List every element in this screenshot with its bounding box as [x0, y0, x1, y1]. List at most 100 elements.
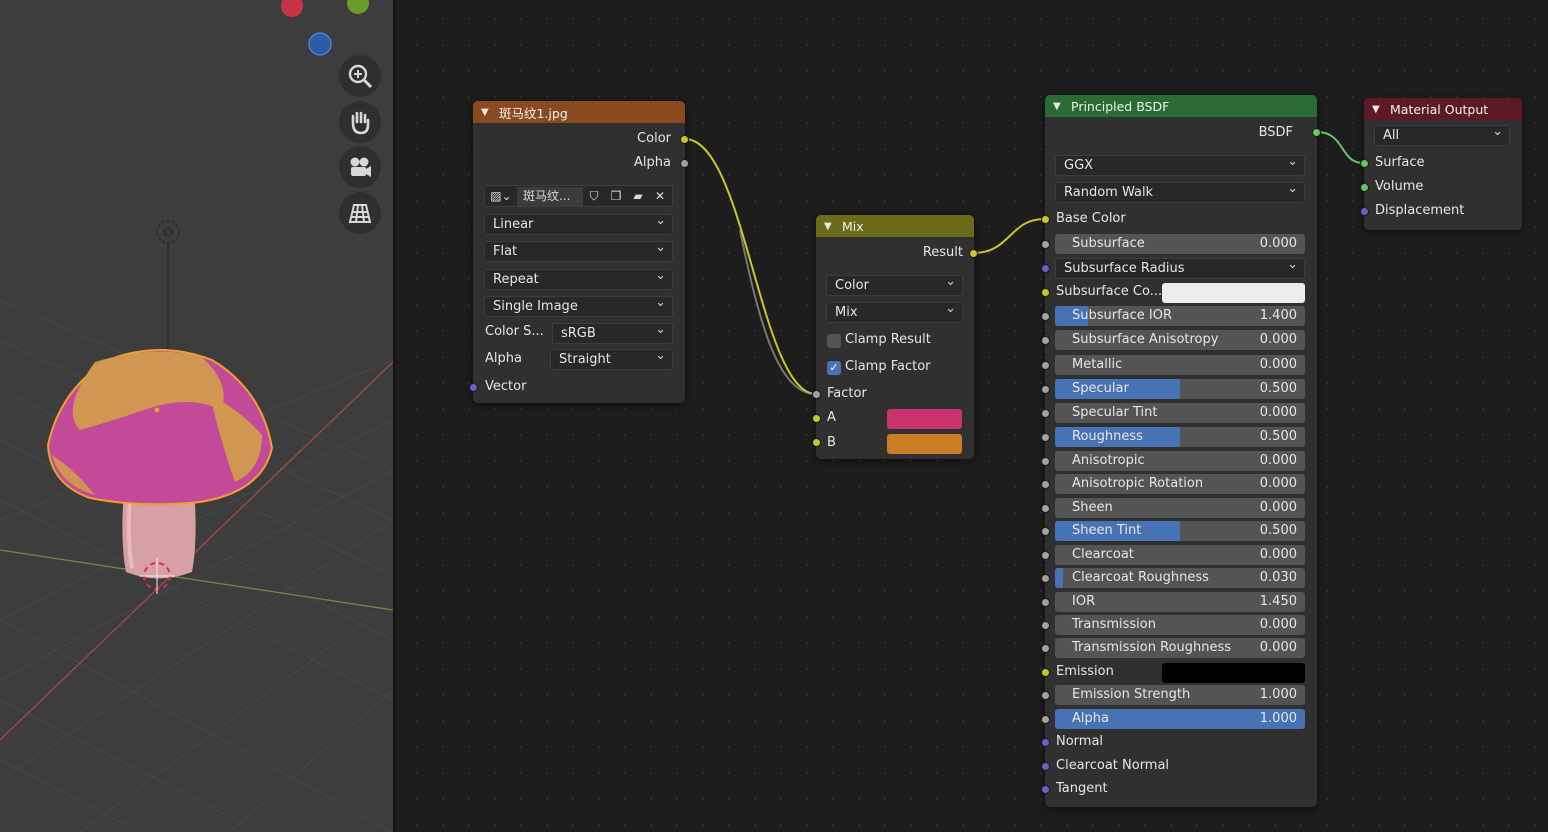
- color-a-swatch[interactable]: [887, 409, 962, 429]
- target-dropdown[interactable]: All: [1374, 125, 1510, 146]
- input-emission-socket[interactable]: [1041, 668, 1050, 677]
- input-socket[interactable]: [1041, 691, 1050, 700]
- color-space-dropdown[interactable]: sRGB: [552, 323, 673, 344]
- value-slider[interactable]: Sheen Tint 0.500: [1055, 521, 1305, 541]
- subsurface-radius-dropdown[interactable]: Subsurface Radius: [1055, 258, 1305, 279]
- emission-color-swatch[interactable]: [1162, 663, 1305, 683]
- image-selector[interactable]: ▨⌄ 斑马纹... ⛉ ❐ ▰ ✕: [484, 185, 673, 207]
- value-slider[interactable]: Subsurface IOR 1.400: [1055, 306, 1305, 326]
- input-b-socket[interactable]: [812, 438, 821, 447]
- input-socket[interactable]: [1041, 457, 1050, 466]
- value-slider[interactable]: Transmission 0.000: [1055, 615, 1305, 635]
- value-slider[interactable]: Specular Tint 0.000: [1055, 403, 1305, 423]
- interpolation-dropdown[interactable]: Linear: [484, 214, 673, 235]
- data-type-dropdown[interactable]: Color: [826, 275, 963, 296]
- blend-mode-dropdown[interactable]: Mix: [826, 302, 963, 323]
- input-socket[interactable]: [1041, 504, 1050, 513]
- material-output-node[interactable]: ▼ Material Output All Surface Volume Dis…: [1360, 98, 1522, 230]
- value-slider[interactable]: Clearcoat 0.000: [1055, 545, 1305, 565]
- output-node-header[interactable]: ▼ Material Output: [1364, 98, 1522, 120]
- input-socket[interactable]: [1041, 715, 1050, 724]
- value-slider[interactable]: Alpha 1.000: [1055, 709, 1305, 729]
- principled-bsdf-node[interactable]: ▼ Principled BSDF BSDF GGX Random Walk B…: [1041, 95, 1321, 807]
- clamp-result-checkbox[interactable]: [827, 334, 841, 348]
- 3d-viewport[interactable]: [0, 0, 393, 832]
- value-slider[interactable]: Specular 0.500: [1055, 379, 1305, 399]
- projection-dropdown[interactable]: Flat: [484, 241, 673, 262]
- close-icon[interactable]: ✕: [649, 187, 671, 206]
- input-socket[interactable]: [1041, 312, 1050, 321]
- value-slider[interactable]: Clearcoat Roughness 0.030: [1055, 568, 1305, 588]
- input-socket[interactable]: [1041, 361, 1050, 370]
- input-clearcoat-normal-socket[interactable]: [1041, 762, 1050, 771]
- color-b-swatch[interactable]: [887, 434, 962, 454]
- chevron-down-icon[interactable]: ▼: [824, 221, 836, 232]
- input-normal-socket[interactable]: [1041, 738, 1050, 747]
- input-tangent-socket[interactable]: [1041, 785, 1050, 794]
- zoom-icon[interactable]: [339, 55, 381, 97]
- output-alpha-socket[interactable]: [680, 159, 689, 168]
- input-socket[interactable]: [1041, 598, 1050, 607]
- input-socket[interactable]: [1041, 621, 1050, 630]
- input-a-socket[interactable]: [812, 414, 821, 423]
- value-slider[interactable]: Anisotropic 0.000: [1055, 451, 1305, 471]
- subsurface-color-swatch[interactable]: [1162, 283, 1305, 303]
- input-vector-socket[interactable]: [469, 383, 478, 392]
- extension-dropdown[interactable]: Repeat: [484, 269, 673, 290]
- hand-pan-icon[interactable]: [339, 101, 381, 143]
- input-socket[interactable]: [1041, 551, 1050, 560]
- input-socket[interactable]: [1041, 409, 1050, 418]
- chevron-down-icon[interactable]: ▼: [1053, 101, 1065, 112]
- input-socket[interactable]: [1041, 574, 1050, 583]
- mix-node-header[interactable]: ▼ Mix: [816, 215, 974, 237]
- value-slider[interactable]: IOR 1.450: [1055, 592, 1305, 612]
- image-texture-node[interactable]: ▼ 斑马纹1.jpg Color Alpha ▨⌄ 斑马纹... ⛉ ❐ ▰ ✕…: [469, 101, 689, 403]
- image-node-header[interactable]: ▼ 斑马纹1.jpg: [473, 101, 685, 123]
- input-displacement-socket[interactable]: [1360, 207, 1369, 216]
- input-subsurface-color-socket[interactable]: [1041, 288, 1050, 297]
- ortho-grid-icon[interactable]: [339, 192, 381, 234]
- chevron-down-icon[interactable]: ▼: [1372, 104, 1384, 115]
- clamp-factor-checkbox[interactable]: ✓: [827, 361, 841, 375]
- output-bsdf-socket[interactable]: [1312, 128, 1321, 137]
- mix-node[interactable]: ▼ Mix Result Color Mix Clamp Result ✓ Cl…: [812, 215, 978, 459]
- value-slider[interactable]: Sheen 0.000: [1055, 498, 1305, 518]
- surface-label: Surface: [1375, 155, 1425, 170]
- image-browse-icon[interactable]: ▨⌄: [485, 187, 517, 206]
- input-factor-socket[interactable]: [812, 390, 821, 399]
- bsdf-node-header[interactable]: ▼ Principled BSDF: [1045, 95, 1317, 117]
- input-subsurface-radius-socket[interactable]: [1041, 264, 1050, 273]
- input-socket[interactable]: [1041, 240, 1050, 249]
- camera-icon[interactable]: [339, 146, 381, 188]
- duplicate-icon[interactable]: ❐: [605, 187, 627, 206]
- value-slider[interactable]: Transmission Roughness 0.000: [1055, 638, 1305, 658]
- output-color-socket[interactable]: [680, 135, 689, 144]
- value-slider[interactable]: Metallic 0.000: [1055, 355, 1305, 375]
- value-slider[interactable]: Emission Strength 1.000: [1055, 685, 1305, 705]
- distribution-dropdown[interactable]: GGX: [1055, 155, 1305, 176]
- input-a-label: A: [827, 410, 836, 425]
- open-folder-icon[interactable]: ▰: [627, 187, 649, 206]
- fake-user-shield-icon[interactable]: ⛉: [583, 187, 605, 206]
- source-dropdown[interactable]: Single Image: [484, 296, 673, 317]
- value-slider[interactable]: Anisotropic Rotation 0.000: [1055, 474, 1305, 494]
- input-volume-socket[interactable]: [1360, 183, 1369, 192]
- input-surface-socket[interactable]: [1360, 159, 1369, 168]
- value-slider[interactable]: Subsurface 0.000: [1055, 234, 1305, 254]
- chevron-down-icon[interactable]: ▼: [481, 107, 493, 118]
- input-socket[interactable]: [1041, 480, 1050, 489]
- value-slider[interactable]: Roughness 0.500: [1055, 427, 1305, 447]
- input-socket[interactable]: [1041, 385, 1050, 394]
- input-socket[interactable]: [1041, 336, 1050, 345]
- output-result-socket[interactable]: [969, 249, 978, 258]
- input-socket[interactable]: [1041, 433, 1050, 442]
- subsurface-method-dropdown[interactable]: Random Walk: [1055, 182, 1305, 203]
- input-factor-label: Factor: [827, 386, 867, 401]
- alpha-mode-dropdown[interactable]: Straight: [550, 349, 673, 370]
- input-socket[interactable]: [1041, 644, 1050, 653]
- value-slider[interactable]: Subsurface Anisotropy 0.000: [1055, 330, 1305, 350]
- image-name-field[interactable]: 斑马纹...: [517, 186, 583, 206]
- input-base-color-socket[interactable]: [1041, 215, 1050, 224]
- input-socket[interactable]: [1041, 527, 1050, 536]
- slider-label: Sheen Tint: [1072, 523, 1142, 538]
